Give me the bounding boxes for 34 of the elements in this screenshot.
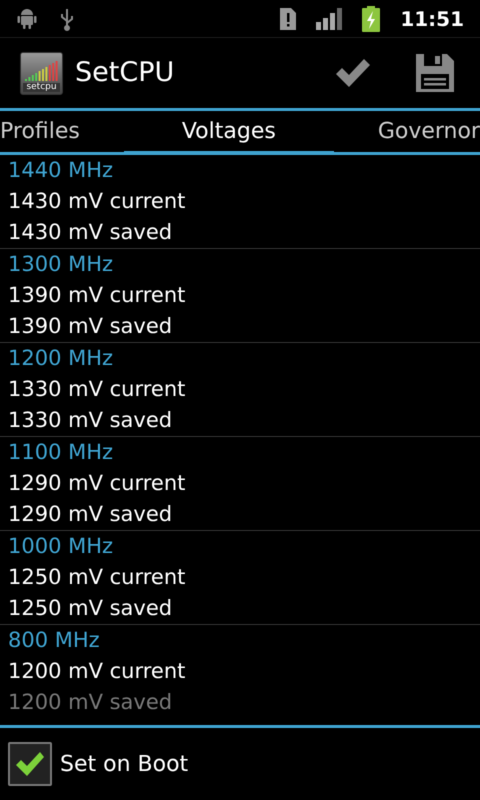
check-icon: [15, 751, 45, 777]
sim-alert-icon: [280, 8, 296, 30]
bar-graph-icon: [24, 60, 58, 82]
logo-text: setcpu: [23, 82, 60, 92]
frequency-label: 1300 MHz: [8, 251, 114, 278]
current-voltage: 1290 mV current: [8, 470, 186, 497]
saved-voltage: 1250 mV saved: [8, 595, 174, 622]
saved-voltage: 1290 mV saved: [8, 501, 174, 528]
saved-voltage: 1330 mV saved: [8, 407, 174, 434]
tab[interactable]: Governor: [378, 111, 480, 152]
current-voltage: 1390 mV current: [8, 282, 186, 309]
current-voltage: 1250 mV current: [8, 564, 186, 591]
status-time: 11:51: [400, 6, 464, 32]
saved-voltage: 1430 mV saved: [8, 219, 174, 246]
set-on-boot-checkbox[interactable]: [8, 742, 52, 786]
saved-voltage: 1200 mV saved: [8, 689, 174, 716]
saved-voltage: 1390 mV saved: [8, 313, 174, 340]
usb-icon: [58, 6, 76, 30]
frequency-label: 1000 MHz: [8, 533, 114, 560]
signal-icon: [316, 8, 342, 30]
android-icon: [16, 8, 38, 30]
current-voltage: 1430 mV current: [8, 188, 186, 215]
current-voltage: 1330 mV current: [8, 376, 186, 403]
battery-charging-icon: [362, 6, 380, 32]
frequency-label: 800 MHz: [8, 627, 101, 654]
frequency-label: 1200 MHz: [8, 345, 114, 372]
frequency-label: 1440 MHz: [8, 157, 114, 184]
tab[interactable]: Profiles: [0, 111, 80, 152]
set-on-boot-label: Set on Boot: [60, 750, 188, 778]
current-voltage: 1200 mV current: [8, 658, 186, 685]
tab[interactable]: Voltages: [124, 111, 334, 155]
check-icon: [334, 57, 372, 89]
frequency-label: 1100 MHz: [8, 439, 114, 466]
app-title: SetCPU: [75, 56, 176, 90]
